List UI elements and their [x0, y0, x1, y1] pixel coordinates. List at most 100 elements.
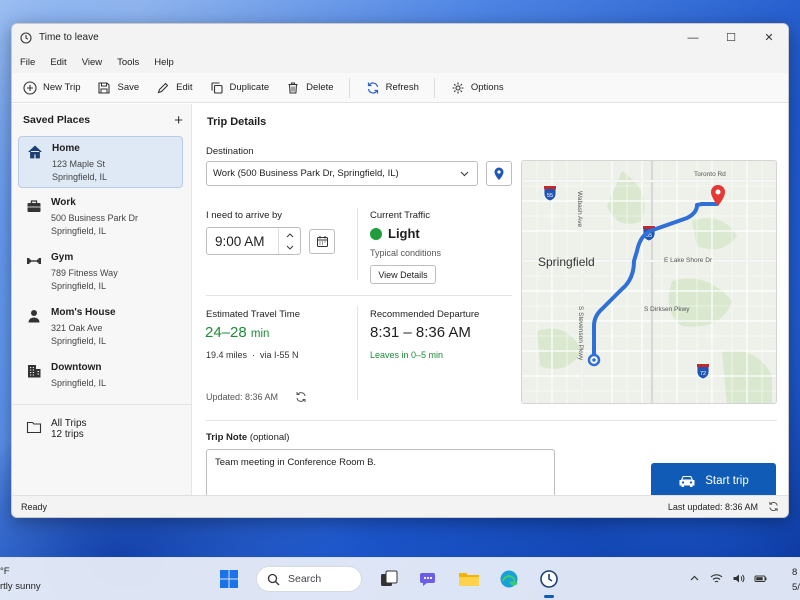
chevron-down-icon [460, 171, 469, 177]
duplicate-button[interactable]: Duplicate [210, 81, 269, 95]
title-bar: Time to leave — ☐ ✕ [12, 24, 788, 51]
task-view-icon [381, 570, 398, 586]
view-details-button[interactable]: View Details [370, 265, 436, 284]
calendar-button[interactable] [309, 229, 335, 254]
taskbar-clock[interactable]: 8 5/2 [792, 565, 800, 595]
place-address: 321 Oak Ave [51, 323, 103, 333]
building-icon [28, 365, 41, 378]
destination-label: Destination [206, 146, 254, 157]
place-address: 789 Fitness Way [51, 268, 118, 278]
map-label-dirksen: S Dirksen Pkwy [644, 306, 690, 313]
calendar-icon [316, 236, 328, 247]
traffic-indicator-dot [370, 227, 382, 240]
time-decrement-button[interactable] [279, 241, 300, 254]
chevron-up-icon [286, 232, 293, 237]
traffic-status: Light [370, 226, 420, 241]
place-name: Downtown [51, 362, 102, 373]
sidebar-item-work[interactable]: Work 500 Business Park Dr Springfield, I… [18, 191, 183, 243]
person-icon [28, 310, 40, 323]
place-address: Springfield, IL [51, 378, 107, 388]
edge-browser-button[interactable] [496, 566, 522, 592]
teams-app-button[interactable] [416, 566, 442, 592]
close-button[interactable]: ✕ [750, 24, 788, 51]
start-trip-button[interactable]: Start trip [651, 463, 776, 498]
status-text: Ready [21, 501, 48, 512]
minimize-button[interactable]: — [674, 24, 712, 51]
arrive-by-label: I need to arrive by [206, 210, 283, 221]
clock-time: 8 [792, 567, 798, 578]
edit-button[interactable]: Edit [156, 81, 193, 95]
refresh-icon[interactable] [768, 501, 779, 512]
arrive-time-input[interactable]: 9:00 AM [206, 227, 301, 255]
toolbar-separator [348, 77, 350, 98]
taskbar: °F rtly sunny Search 8 5/ [0, 557, 800, 600]
time-to-leave-taskbar-button[interactable] [536, 566, 562, 598]
save-icon [98, 81, 111, 94]
menu-edit[interactable]: Edit [50, 57, 66, 68]
menu-tools[interactable]: Tools [117, 57, 139, 68]
start-button[interactable] [216, 566, 242, 592]
map-label-toronto: Toronto Rd [694, 171, 726, 178]
updated-time: Updated: 8:36 AM [206, 392, 279, 402]
trip-details-panel: Trip Details Destination Work (500 Busin… [192, 104, 788, 501]
toolbar-separator [433, 77, 435, 98]
options-button[interactable]: Options [451, 81, 504, 95]
weather-widget[interactable]: °F rtly sunny [0, 564, 41, 594]
chevron-up-icon[interactable] [688, 572, 701, 585]
traffic-label: Current Traffic [370, 210, 431, 221]
window-title: Time to leave [39, 32, 99, 43]
place-city: Springfield, IL [51, 336, 107, 346]
taskbar-search[interactable]: Search [256, 566, 362, 592]
pick-on-map-button[interactable] [486, 161, 512, 186]
section-title: Trip Details [207, 116, 267, 128]
clock-icon [540, 570, 558, 588]
menu-view[interactable]: View [82, 57, 102, 68]
trip-distance: 19.4 miles [206, 350, 248, 360]
interstate-shield-icon: 72 [696, 363, 710, 380]
wifi-icon[interactable] [710, 572, 723, 585]
clock-date: 5/2 [792, 582, 800, 593]
volume-icon[interactable] [732, 572, 745, 585]
sidebar-item-all-trips[interactable]: All Trips 12 trips [18, 411, 183, 451]
menu-bar: File Edit View Tools Help [12, 51, 788, 73]
place-name: Gym [51, 252, 74, 263]
sidebar-item-home[interactable]: Home 123 Maple St Springfield, IL [18, 136, 183, 188]
shield-number: 55 [547, 193, 553, 199]
place-name: Home [52, 143, 80, 154]
trip-note-textarea[interactable]: Team meeting in Conference Room B. [206, 449, 555, 501]
sidebar-item-downtown[interactable]: Downtown Springfield, IL [18, 356, 183, 408]
refresh-button[interactable]: Refresh [366, 81, 419, 95]
toolbar: New Trip Save Edit Duplicate Delete Refr… [12, 73, 788, 103]
sidebar-item-moms-house[interactable]: Mom's House 321 Oak Ave Springfield, IL [18, 301, 183, 353]
new-trip-label: New Trip [43, 82, 81, 93]
clock-icon [20, 31, 32, 44]
departure-note: Leaves in 0–5 min [370, 350, 444, 360]
delete-button[interactable]: Delete [286, 81, 334, 95]
edit-label: Edit [176, 82, 193, 93]
route-map[interactable]: Toronto Rd Wabash Ave E Lake Shore Dr S … [521, 160, 777, 404]
new-trip-button[interactable]: New Trip [23, 80, 81, 95]
battery-icon[interactable] [754, 572, 767, 585]
time-increment-button[interactable] [279, 228, 300, 241]
search-label: Search [288, 573, 322, 585]
destination-select[interactable]: Work (500 Business Park Dr, Springfield,… [206, 161, 478, 186]
all-trips-count: 12 trips [51, 429, 84, 440]
maximize-button[interactable]: ☐ [712, 24, 750, 51]
vertical-divider [357, 306, 358, 400]
place-name: Mom's House [51, 307, 116, 318]
place-name: Work [51, 197, 76, 208]
home-icon [28, 145, 42, 159]
refresh-icon[interactable] [295, 391, 307, 403]
save-button[interactable]: Save [97, 81, 139, 95]
sidebar-item-gym[interactable]: Gym 789 Fitness Way Springfield, IL [18, 246, 183, 298]
departure-value: 8:31 – 8:36 AM [370, 324, 471, 341]
trip-distance-route: 19.4 miles · via I-55 N [206, 350, 299, 360]
task-view-button[interactable] [376, 566, 402, 592]
map-label-wabash: Wabash Ave [576, 191, 583, 228]
menu-help[interactable]: Help [154, 57, 174, 68]
file-explorer-button[interactable] [456, 566, 482, 592]
place-address: 500 Business Park Dr [51, 213, 139, 223]
menu-file[interactable]: File [20, 57, 35, 68]
options-label: Options [470, 82, 504, 93]
add-place-button[interactable]: + [174, 113, 183, 128]
